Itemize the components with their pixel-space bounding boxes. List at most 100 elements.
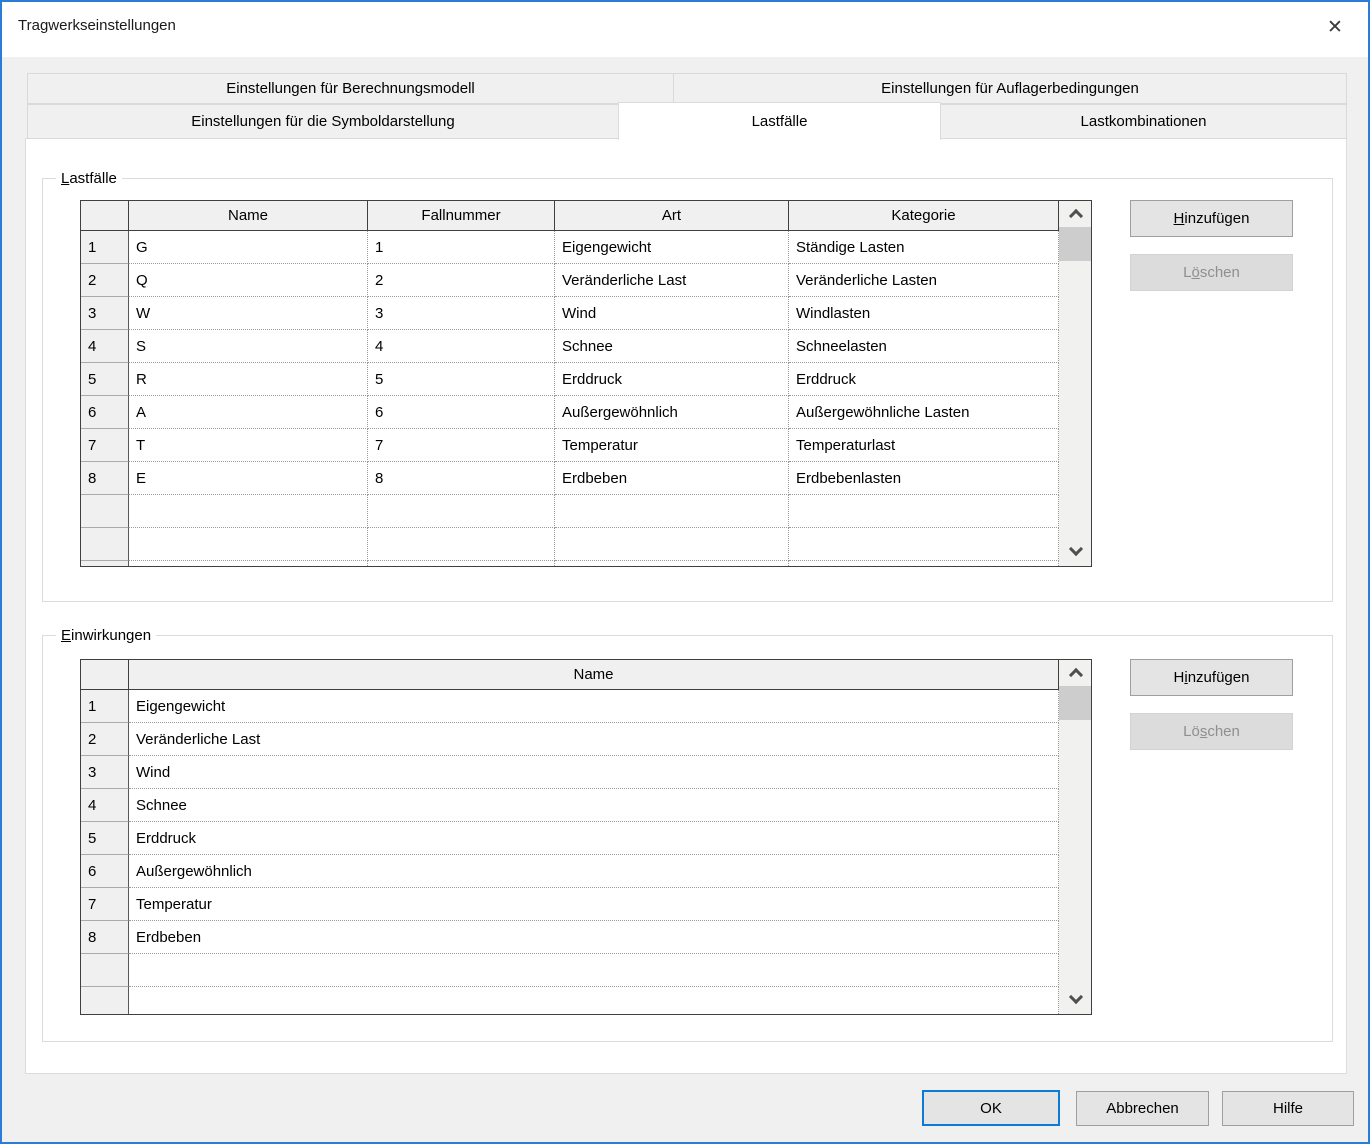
row-number-cell[interactable]: 5 xyxy=(81,363,129,396)
cell-fallnummer[interactable]: 2 xyxy=(368,264,555,297)
einwirkungen-delete-button[interactable]: Löschen xyxy=(1130,713,1293,750)
cell-kategorie[interactable]: Erddruck xyxy=(789,363,1059,396)
dialog-title: Tragwerkseinstellungen xyxy=(18,17,176,34)
row-number-cell[interactable]: 3 xyxy=(81,297,129,330)
cell-name[interactable]: S xyxy=(129,330,368,363)
table-row: 5 R 5 Erddruck Erddruck xyxy=(81,363,1059,396)
row-number-cell[interactable] xyxy=(81,561,129,567)
scroll-thumb[interactable] xyxy=(1059,686,1092,720)
row-number-cell[interactable]: 6 xyxy=(81,396,129,429)
cell-kategorie[interactable]: Schneelasten xyxy=(789,330,1059,363)
cell-name[interactable]: Schnee xyxy=(129,789,1059,822)
tab-berechnungsmodell[interactable]: Einstellungen für Berechnungsmodell xyxy=(27,73,674,104)
scroll-up-button[interactable] xyxy=(1059,660,1092,686)
cell-art[interactable]: Veränderliche Last xyxy=(555,264,789,297)
cell-name[interactable]: Erdbeben xyxy=(129,921,1059,954)
cell-fallnummer[interactable]: 1 xyxy=(368,231,555,264)
help-button[interactable]: Hilfe xyxy=(1222,1091,1354,1126)
row-number-cell[interactable]: 4 xyxy=(81,789,129,822)
cell-name[interactable]: Veränderliche Last xyxy=(129,723,1059,756)
cell-name[interactable]: Außergewöhnlich xyxy=(129,855,1059,888)
table-row: 5 Erddruck xyxy=(81,822,1059,855)
header-name: Name xyxy=(129,201,368,231)
cell-art[interactable]: Schnee xyxy=(555,330,789,363)
vertical-scrollbar[interactable] xyxy=(1059,660,1092,1014)
einwirkungen-add-button[interactable]: Hinzufügen xyxy=(1130,659,1293,696)
header-kategorie: Kategorie xyxy=(789,201,1059,231)
cell-art[interactable]: Außergewöhnlich xyxy=(555,396,789,429)
cell-name[interactable]: T xyxy=(129,429,368,462)
lastfaelle-table: Name Fallnummer Art Kategorie 1 G 1 Eige… xyxy=(80,200,1092,567)
table-row: 2 Veränderliche Last xyxy=(81,723,1059,756)
cell-art[interactable]: Erdbeben xyxy=(555,462,789,495)
row-number-cell[interactable]: 5 xyxy=(81,822,129,855)
header-corner-cell xyxy=(81,201,129,231)
scroll-down-button[interactable] xyxy=(1059,539,1092,565)
row-number-cell[interactable] xyxy=(81,987,129,1015)
cell-art[interactable]: Eigengewicht xyxy=(555,231,789,264)
table-row: 7 T 7 Temperatur Temperaturlast xyxy=(81,429,1059,462)
cell-kategorie[interactable]: Windlasten xyxy=(789,297,1059,330)
cell-name[interactable]: Temperatur xyxy=(129,888,1059,921)
cell-art[interactable]: Temperatur xyxy=(555,429,789,462)
cell-fallnummer[interactable]: 6 xyxy=(368,396,555,429)
row-number-cell[interactable]: 7 xyxy=(81,429,129,462)
lastfaelle-add-button[interactable]: Hinzufügen xyxy=(1130,200,1293,237)
header-name: Name xyxy=(129,660,1059,690)
vertical-scrollbar[interactable] xyxy=(1059,201,1092,566)
cell-art[interactable]: Erddruck xyxy=(555,363,789,396)
row-number-cell[interactable]: 2 xyxy=(81,723,129,756)
close-icon: ✕ xyxy=(1327,18,1343,37)
cell-kategorie[interactable]: Erdbebenlasten xyxy=(789,462,1059,495)
cell-kategorie[interactable]: Temperaturlast xyxy=(789,429,1059,462)
table-row: 6 A 6 Außergewöhnlich Außergewöhnliche L… xyxy=(81,396,1059,429)
scroll-up-button[interactable] xyxy=(1059,201,1092,227)
cell-art[interactable]: Wind xyxy=(555,297,789,330)
ok-button[interactable]: OK xyxy=(922,1090,1060,1126)
cell-kategorie[interactable]: Ständige Lasten xyxy=(789,231,1059,264)
cell-fallnummer[interactable]: 8 xyxy=(368,462,555,495)
cell-name[interactable]: G xyxy=(129,231,368,264)
cell-name[interactable]: E xyxy=(129,462,368,495)
scroll-thumb[interactable] xyxy=(1059,227,1092,261)
cell-fallnummer[interactable]: 3 xyxy=(368,297,555,330)
table-row: 3 W 3 Wind Windlasten xyxy=(81,297,1059,330)
cell-name[interactable]: Wind xyxy=(129,756,1059,789)
tab-lastkombinationen[interactable]: Lastkombinationen xyxy=(940,104,1347,139)
cell-fallnummer[interactable]: 4 xyxy=(368,330,555,363)
cell-kategorie[interactable]: Veränderliche Lasten xyxy=(789,264,1059,297)
cell-name[interactable]: W xyxy=(129,297,368,330)
cell-name[interactable]: Eigengewicht xyxy=(129,690,1059,723)
row-number-cell[interactable] xyxy=(81,528,129,561)
row-number-cell[interactable]: 1 xyxy=(81,231,129,264)
cell-name[interactable]: A xyxy=(129,396,368,429)
scroll-down-button[interactable] xyxy=(1059,987,1092,1013)
lastfaelle-delete-button[interactable]: Löschen xyxy=(1130,254,1293,291)
cell-name[interactable]: R xyxy=(129,363,368,396)
cell-name[interactable]: Erddruck xyxy=(129,822,1059,855)
row-number-cell[interactable]: 6 xyxy=(81,855,129,888)
table-row-empty xyxy=(81,528,1059,561)
row-number-cell[interactable]: 8 xyxy=(81,462,129,495)
row-number-cell[interactable]: 4 xyxy=(81,330,129,363)
cancel-button[interactable]: Abbrechen xyxy=(1076,1091,1209,1126)
lastfaelle-table-columns: Name Fallnummer Art Kategorie 1 G 1 Eige… xyxy=(81,201,1059,566)
row-number-cell[interactable]: 1 xyxy=(81,690,129,723)
tab-symboldarstellung[interactable]: Einstellungen für die Symboldarstellung xyxy=(27,104,619,139)
tab-lastfaelle[interactable]: Lastfälle xyxy=(618,102,941,140)
tab-auflagerbedingungen[interactable]: Einstellungen für Auflagerbedingungen xyxy=(673,73,1347,104)
row-number-cell[interactable] xyxy=(81,495,129,528)
cell-kategorie[interactable]: Außergewöhnliche Lasten xyxy=(789,396,1059,429)
table-row: 1 Eigengewicht xyxy=(81,690,1059,723)
row-number-cell[interactable]: 2 xyxy=(81,264,129,297)
cell-fallnummer[interactable]: 7 xyxy=(368,429,555,462)
table-row: 6 Außergewöhnlich xyxy=(81,855,1059,888)
table-row: 8 E 8 Erdbeben Erdbebenlasten xyxy=(81,462,1059,495)
row-number-cell[interactable]: 7 xyxy=(81,888,129,921)
cell-fallnummer[interactable]: 5 xyxy=(368,363,555,396)
close-button[interactable]: ✕ xyxy=(1314,10,1356,44)
row-number-cell[interactable]: 8 xyxy=(81,921,129,954)
row-number-cell[interactable] xyxy=(81,954,129,987)
cell-name[interactable]: Q xyxy=(129,264,368,297)
row-number-cell[interactable]: 3 xyxy=(81,756,129,789)
